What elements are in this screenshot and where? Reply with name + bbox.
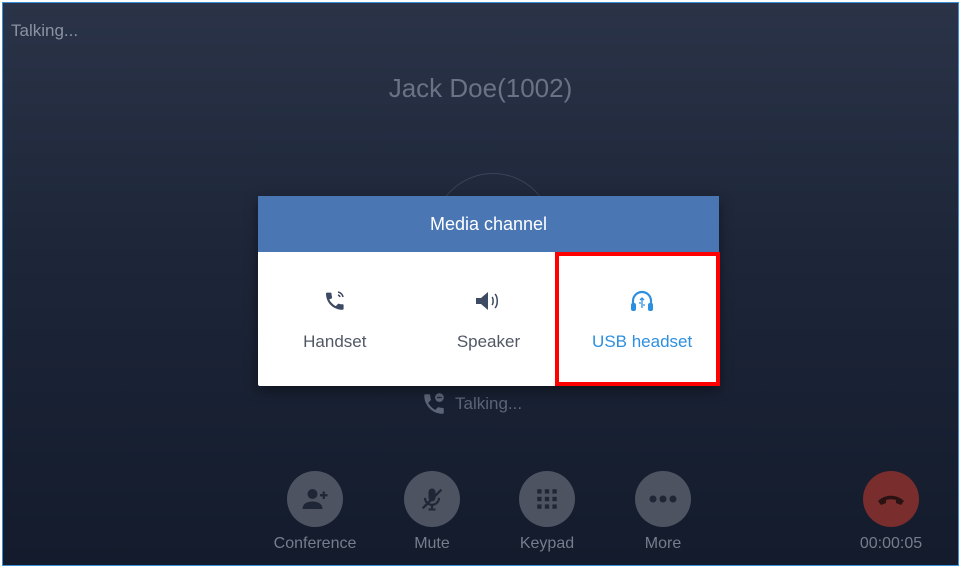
mic-muted-icon [421, 488, 443, 511]
status-bar-text: Talking... [11, 21, 79, 40]
hangup-button[interactable]: 00:00:05 [841, 471, 941, 553]
keypad-icon [537, 489, 557, 509]
speaker-label: Speaker [456, 332, 521, 351]
handset-option[interactable]: Handset [258, 252, 412, 386]
mute-label: Mute [414, 535, 450, 552]
call-timer: 00:00:05 [859, 535, 923, 552]
keypad-button[interactable]: Keypad [497, 471, 597, 553]
dialog-title: Media channel [258, 196, 719, 252]
speaker-option[interactable]: Speaker [412, 252, 566, 386]
conference-label: Conference [273, 535, 357, 552]
handset-icon [325, 291, 344, 310]
conference-button[interactable]: Conference [265, 471, 365, 553]
call-status-label: Talking... [455, 394, 523, 413]
more-dots-icon [649, 495, 677, 503]
add-person-icon [302, 489, 328, 509]
caller-name: Jack Doe(1002) [388, 73, 573, 103]
call-status: Talking... [421, 389, 522, 419]
phone-talking-icon [424, 393, 444, 414]
handset-label: Handset [303, 332, 367, 351]
keypad-label: Keypad [519, 535, 575, 552]
speaker-icon [476, 292, 499, 310]
hangup-icon [878, 495, 904, 505]
selection-highlight-box [555, 252, 720, 386]
more-label: More [644, 535, 682, 552]
mute-button[interactable]: Mute [382, 471, 482, 553]
more-button[interactable]: More [613, 471, 713, 553]
